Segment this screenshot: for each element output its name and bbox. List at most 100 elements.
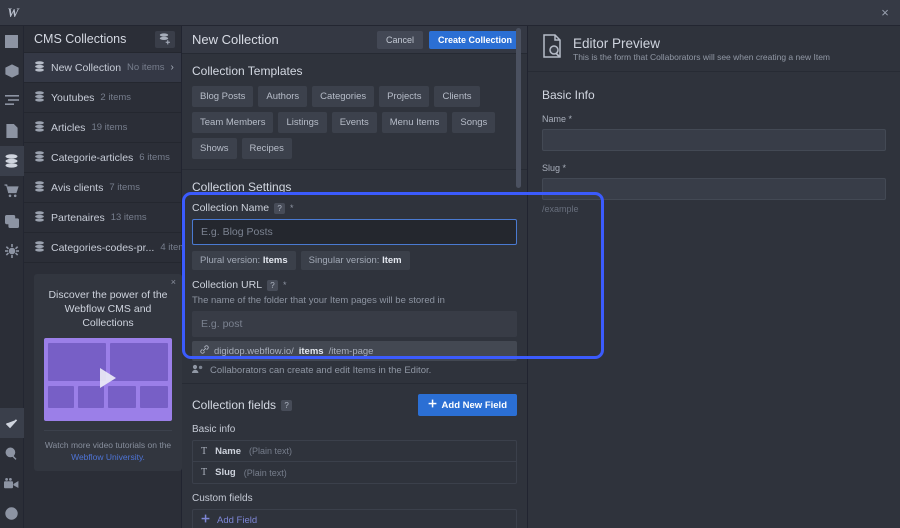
- settings-gear-icon[interactable]: [0, 236, 24, 266]
- video-icon[interactable]: [0, 468, 24, 498]
- collection-templates-heading: Collection Templates: [192, 64, 303, 78]
- list-item[interactable]: Avis clients 7 items: [24, 173, 181, 203]
- ecommerce-icon[interactable]: [0, 176, 24, 206]
- field-row[interactable]: T Name (Plain text): [193, 441, 516, 462]
- svg-text:?: ?: [9, 509, 13, 518]
- collection-name-input[interactable]: E.g. Blog Posts: [192, 219, 517, 245]
- template-button[interactable]: Categories: [312, 86, 375, 107]
- basic-info-heading: Basic Info: [542, 88, 595, 102]
- help-icon[interactable]: ?: [0, 498, 24, 528]
- plus-icon: [428, 399, 437, 411]
- sidebar-title: CMS Collections: [34, 32, 127, 46]
- list-item[interactable]: Partenaires 13 items: [24, 203, 181, 233]
- promo-video-thumbnail[interactable]: [44, 338, 172, 421]
- collection-icon: [34, 179, 45, 197]
- audit-check-icon[interactable]: [0, 408, 24, 438]
- create-collection-button[interactable]: Create Collection: [428, 30, 521, 49]
- collection-url-label: Collection URL: [192, 279, 263, 291]
- left-icon-rail: ?: [0, 26, 24, 528]
- collection-settings-form: Collection Name ? * E.g. Blog Posts Plur…: [182, 202, 527, 361]
- collection-url-label-row: Collection URL ? *: [192, 279, 517, 291]
- list-item[interactable]: Categorie-articles 6 items: [24, 143, 181, 173]
- template-button[interactable]: Shows: [192, 138, 237, 159]
- template-button[interactable]: Menu Items: [381, 112, 448, 133]
- play-icon[interactable]: [100, 367, 116, 388]
- search-icon[interactable]: [0, 438, 24, 468]
- add-new-field-button[interactable]: Add New Field: [417, 394, 517, 416]
- list-item-label: Articles: [51, 121, 86, 134]
- add-panel-icon[interactable]: [0, 26, 24, 56]
- singular-version-value: Item: [382, 255, 402, 266]
- plural-version-value: Items: [262, 255, 288, 266]
- singular-version-prefix: Singular version:: [308, 255, 380, 266]
- editor-people-icon: [192, 364, 204, 376]
- template-button[interactable]: Blog Posts: [192, 86, 254, 107]
- template-button[interactable]: Clients: [434, 86, 480, 107]
- editor-preview-header: Editor Preview This is the form that Col…: [528, 26, 900, 72]
- help-icon[interactable]: ?: [281, 399, 293, 411]
- navigator-icon[interactable]: [0, 86, 24, 116]
- url-preview: digidop.webflow.io/items/item-page: [192, 341, 517, 361]
- webflow-designer: W × ? CMS Collections New Collection No …: [0, 0, 900, 528]
- template-button[interactable]: Authors: [258, 86, 308, 107]
- editor-note: Collaborators can create and edit Items …: [210, 364, 432, 376]
- list-item-count: 13 items: [110, 212, 147, 223]
- collection-fields-heading: Collection fields: [192, 398, 277, 412]
- promo-footer: Watch more video tutorials on the Webflo…: [44, 430, 172, 463]
- new-collection-icon[interactable]: [155, 30, 175, 48]
- promo-title: Discover the power of the Webflow CMS an…: [48, 289, 168, 329]
- cms-icon[interactable]: [0, 146, 24, 176]
- list-item[interactable]: Categories-codes-pr... 4 items: [24, 233, 191, 263]
- template-button[interactable]: Team Members: [192, 112, 274, 133]
- template-button[interactable]: Listings: [278, 112, 327, 133]
- webflow-logo-icon[interactable]: W: [0, 0, 26, 26]
- page-title: New Collection: [192, 32, 279, 47]
- cancel-button[interactable]: Cancel: [376, 30, 423, 49]
- version-chips: Plural version: Items Singular version: …: [192, 251, 517, 270]
- field-name: Slug: [215, 467, 236, 478]
- text-field-icon: T: [201, 445, 208, 457]
- promo-card: × Discover the power of the Webflow CMS …: [34, 274, 182, 471]
- template-button[interactable]: Events: [331, 112, 377, 133]
- template-button[interactable]: Songs: [452, 112, 496, 133]
- custom-fields-label: Custom fields: [192, 493, 253, 504]
- singular-version-chip[interactable]: Singular version: Item: [300, 251, 410, 270]
- preview-slug-hint: /example: [542, 204, 579, 214]
- assets-icon[interactable]: [0, 206, 24, 236]
- list-item-label: Youtubes: [51, 91, 95, 104]
- collections-list: New Collection No items › Youtubes 2 ite…: [24, 52, 191, 263]
- url-preview-slug: items: [298, 345, 324, 357]
- add-field-button[interactable]: Add Field: [192, 509, 517, 528]
- collection-icon: [34, 149, 45, 167]
- chevron-right-icon[interactable]: ›: [171, 62, 174, 73]
- help-icon[interactable]: ?: [274, 202, 286, 214]
- promo-close-icon[interactable]: ×: [171, 277, 176, 287]
- pages-icon[interactable]: [0, 116, 24, 146]
- collection-url-input[interactable]: E.g. post: [192, 311, 517, 337]
- field-row[interactable]: T Slug (Plain text): [193, 462, 516, 483]
- list-item[interactable]: Articles 19 items: [24, 113, 181, 143]
- template-button[interactable]: Projects: [379, 86, 430, 107]
- main-scrollbar[interactable]: [516, 28, 521, 188]
- collection-name-placeholder: E.g. Blog Posts: [201, 226, 273, 238]
- preview-name-input[interactable]: [542, 129, 886, 151]
- collection-settings-heading: Collection Settings: [192, 180, 292, 194]
- link-icon: [200, 345, 209, 357]
- components-icon[interactable]: [0, 56, 24, 86]
- url-preview-tail: /item-page: [328, 345, 374, 357]
- webflow-university-link[interactable]: Webflow University.: [71, 452, 145, 462]
- help-icon[interactable]: ?: [267, 279, 279, 291]
- editor-note-row: Collaborators can create and edit Items …: [182, 361, 527, 376]
- list-item-count: 6 items: [139, 152, 170, 163]
- close-icon[interactable]: ×: [870, 0, 900, 26]
- list-item[interactable]: Youtubes 2 items: [24, 83, 181, 113]
- plural-version-chip[interactable]: Plural version: Items: [192, 251, 296, 270]
- template-button[interactable]: Recipes: [241, 138, 292, 159]
- field-type: (Plain text): [248, 446, 292, 456]
- collection-icon: [34, 59, 45, 77]
- preview-slug-input[interactable]: [542, 178, 886, 200]
- list-item[interactable]: New Collection No items ›: [24, 53, 181, 83]
- collection-icon: [34, 89, 45, 107]
- field-name: Name: [215, 445, 241, 457]
- collection-icon: [34, 209, 45, 227]
